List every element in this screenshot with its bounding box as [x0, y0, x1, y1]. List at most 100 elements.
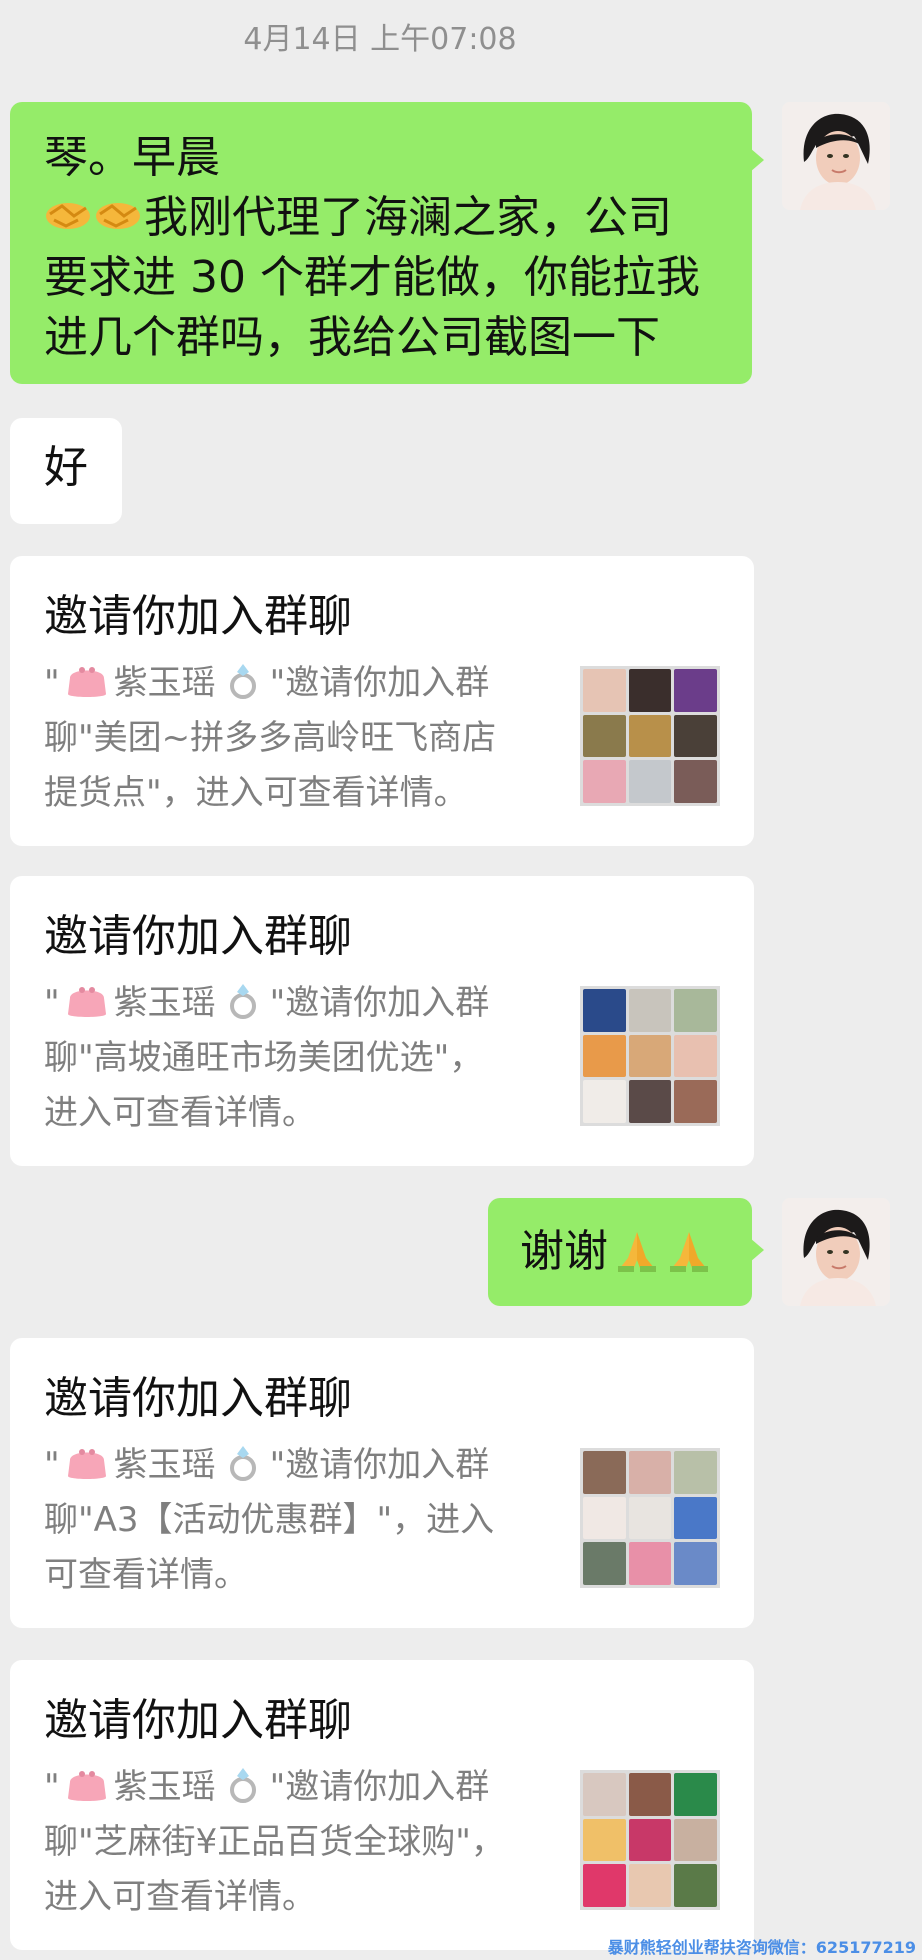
bubble-tail — [750, 1238, 764, 1262]
description-line: " 紫玉瑶 "邀请你加入群 — [44, 1760, 584, 1815]
invite-card-title: 邀请你加入群聊 — [44, 591, 352, 642]
member-thumbnail — [674, 1542, 717, 1585]
purse-icon — [67, 1771, 106, 1801]
message-line: 进几个群吗，我给公司截图一下 — [44, 312, 660, 363]
quote-mark: " — [44, 663, 60, 703]
description-text: "邀请你加入群 — [269, 983, 490, 1023]
invite-card-description: " 紫玉瑶 "邀请你加入群 聊"美团~拼多多高岭旺飞商店 提货点"，进入可查看详情。 — [44, 656, 584, 821]
description-line: 聊"A3【活动优惠群】"，进入 — [44, 1500, 495, 1540]
invite-card-description: " 紫玉瑶 "邀请你加入群 聊"芝麻街¥正品百货全球购"， 进入可查看详情。 — [44, 1760, 584, 1925]
bubble-tail — [750, 148, 764, 172]
message-line-text: 谢谢 — [520, 1226, 608, 1277]
member-thumbnail — [674, 1034, 717, 1078]
ring-icon — [229, 984, 256, 1019]
member-thumbnail — [628, 1080, 672, 1123]
description-line: 提货点"，进入可查看详情。 — [44, 773, 468, 813]
inviter-name: 紫玉瑶 — [113, 1445, 216, 1485]
description-line: 进入可查看详情。 — [44, 1093, 316, 1133]
group-invite-card[interactable]: 邀请你加入群聊 " 紫玉瑶 "邀请你加入群 聊"高坡通旺市场美团优选"， 进入可查看… — [10, 876, 754, 1166]
group-invite-card[interactable]: 邀请你加入群聊 " 紫玉瑶 "邀请你加入群 聊"美团~拼多多高岭旺飞商店 提货点"，… — [10, 556, 754, 846]
my-message-bubble[interactable]: 琴。早晨 我刚代理了海澜之家，公司 要求进 30 个群才能做，你能拉我 进几个群… — [10, 102, 764, 384]
other-message-bubble[interactable]: 好 — [10, 418, 122, 524]
message-line-text: 我刚代理了海澜之家，公司 — [144, 192, 672, 243]
praying-hands-icon — [618, 1232, 656, 1272]
description-text: "邀请你加入群 — [269, 1445, 490, 1485]
description-line: " 紫玉瑶 "邀请你加入群 — [44, 656, 584, 711]
avatar-image — [782, 1198, 890, 1306]
quote-mark: " — [44, 1767, 60, 1807]
member-thumbnail — [674, 1080, 717, 1123]
group-avatar-grid — [580, 1448, 720, 1588]
group-avatar-grid — [580, 1770, 720, 1910]
description-line: 聊"芝麻街¥正品百货全球购"， — [44, 1822, 505, 1862]
member-thumbnail — [674, 1818, 717, 1862]
invite-card-title: 邀请你加入群聊 — [44, 911, 352, 962]
member-thumbnail — [583, 989, 626, 1032]
description-line: 聊"美团~拼多多高岭旺飞商店 — [44, 718, 497, 758]
member-thumbnail — [628, 760, 672, 803]
member-thumbnail — [674, 669, 717, 712]
my-avatar[interactable] — [782, 102, 890, 210]
member-thumbnail — [583, 1451, 626, 1494]
quote-mark: " — [44, 983, 60, 1023]
member-thumbnail — [583, 760, 626, 803]
inviter-name: 紫玉瑶 — [113, 983, 216, 1023]
purse-icon — [67, 987, 106, 1017]
inviter-name: 紫玉瑶 — [113, 663, 216, 703]
member-thumbnail — [583, 1864, 626, 1907]
member-thumbnail — [628, 1542, 672, 1585]
my-message-bubble[interactable]: 谢谢 — [488, 1198, 764, 1306]
member-thumbnail — [583, 1080, 626, 1123]
member-thumbnail — [628, 1818, 672, 1862]
member-thumbnail — [583, 1818, 626, 1862]
member-thumbnail — [628, 989, 672, 1032]
member-thumbnail — [674, 989, 717, 1032]
group-invite-card[interactable]: 邀请你加入群聊 " 紫玉瑶 "邀请你加入群 聊"A3【活动优惠群】"，进入 可查看详… — [10, 1338, 754, 1628]
member-thumbnail — [674, 714, 717, 758]
description-line: 进入可查看详情。 — [44, 1877, 316, 1917]
inviter-name: 紫玉瑶 — [113, 1767, 216, 1807]
purse-icon — [67, 667, 106, 697]
member-thumbnail — [674, 760, 717, 803]
member-thumbnail — [674, 1496, 717, 1540]
description-line: 聊"高坡通旺市场美团优选"， — [44, 1038, 484, 1078]
quote-mark: " — [44, 1445, 60, 1485]
message-text: 琴。早晨 我刚代理了海澜之家，公司 要求进 30 个群才能做，你能拉我 进几个群… — [44, 128, 752, 368]
chat-timestamp: 4月14日 上午07:08 — [243, 22, 517, 57]
invite-card-title: 邀请你加入群聊 — [44, 1373, 352, 1424]
description-line: " 紫玉瑶 "邀请你加入群 — [44, 976, 584, 1031]
praying-hands-icon — [670, 1232, 708, 1272]
message-text: 好 — [44, 442, 88, 493]
member-thumbnail — [583, 1542, 626, 1585]
member-thumbnail — [628, 1864, 672, 1907]
member-thumbnail — [583, 1496, 626, 1540]
member-thumbnail — [583, 1773, 626, 1816]
invite-card-title: 邀请你加入群聊 — [44, 1695, 352, 1746]
purse-icon — [67, 1449, 106, 1479]
group-avatar-grid — [580, 666, 720, 806]
ring-icon — [229, 1768, 256, 1803]
message-text: 谢谢 — [520, 1222, 752, 1282]
avatar-image — [782, 102, 890, 210]
member-thumbnail — [628, 1773, 672, 1816]
member-thumbnail — [674, 1773, 717, 1816]
group-avatar-grid — [580, 986, 720, 1126]
description-line: " 紫玉瑶 "邀请你加入群 — [44, 1438, 584, 1493]
description-text: "邀请你加入群 — [269, 663, 490, 703]
member-thumbnail — [674, 1451, 717, 1494]
message-line: 要求进 30 个群才能做，你能拉我 — [44, 252, 700, 303]
message-line: 琴。早晨 — [44, 132, 220, 183]
description-line: 可查看详情。 — [44, 1555, 248, 1595]
group-invite-card[interactable]: 邀请你加入群聊 " 紫玉瑶 "邀请你加入群 聊"芝麻街¥正品百货全球购"， 进入可查… — [10, 1660, 754, 1950]
my-avatar[interactable] — [782, 1198, 890, 1306]
description-text: "邀请你加入群 — [269, 1767, 490, 1807]
member-thumbnail — [628, 1496, 672, 1540]
member-thumbnail — [674, 1864, 717, 1907]
invite-card-description: " 紫玉瑶 "邀请你加入群 聊"A3【活动优惠群】"，进入 可查看详情。 — [44, 1438, 584, 1603]
member-thumbnail — [628, 1034, 672, 1078]
watermark: 暴财熊轻创业帮扶咨询微信：625177219 — [607, 1938, 916, 1957]
handshake-icon — [96, 203, 140, 229]
message-line: 我刚代理了海澜之家，公司 — [44, 188, 752, 248]
member-thumbnail — [628, 714, 672, 758]
member-thumbnail — [583, 1034, 626, 1078]
